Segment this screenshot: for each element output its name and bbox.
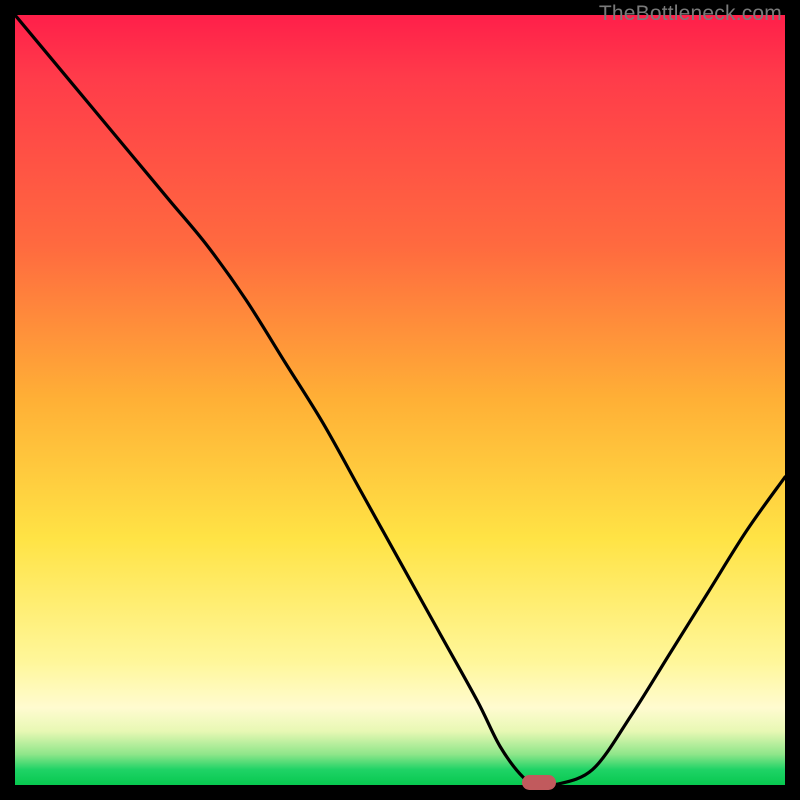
bottleneck-curve bbox=[15, 15, 785, 785]
optimal-marker bbox=[522, 775, 556, 790]
chart-plot-area bbox=[15, 15, 785, 785]
watermark-text: TheBottleneck.com bbox=[599, 2, 782, 26]
chart-frame: TheBottleneck.com bbox=[0, 0, 800, 800]
